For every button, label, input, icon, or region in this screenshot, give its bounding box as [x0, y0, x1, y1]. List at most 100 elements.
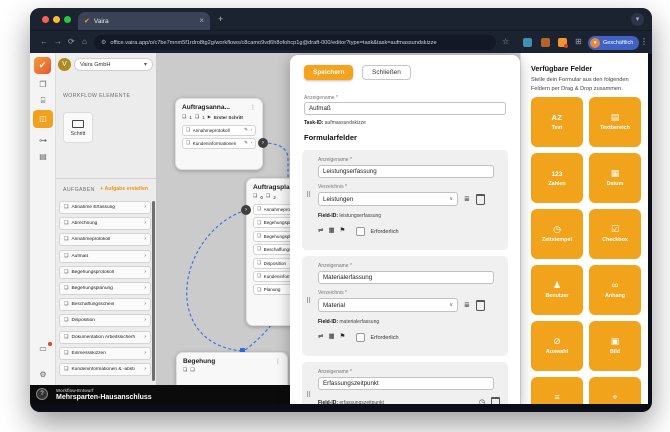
flag-icon[interactable] [340, 334, 346, 341]
field-tile[interactable]: Auswahl [531, 321, 583, 371]
field-tile[interactable]: Zahlen [531, 153, 583, 203]
org-selector[interactable]: Vaira GmbH [74, 58, 153, 71]
create-task-link[interactable]: + Aufgabe erstellen [100, 186, 148, 192]
contacts-icon[interactable] [33, 149, 53, 165]
field-tile[interactable]: Datum [589, 153, 641, 203]
node-input-connector[interactable] [241, 205, 251, 215]
workflow-icon[interactable] [33, 110, 53, 128]
pencil-icon[interactable] [244, 141, 248, 146]
grid-icon[interactable] [328, 334, 334, 341]
browser-menu-icon[interactable] [640, 38, 648, 46]
pencil-icon[interactable] [244, 128, 248, 133]
browser-toolbar: office.vaira.app/o/c7be7mnm5f1rdro8tg2g/… [30, 30, 652, 54]
home-button[interactable] [82, 38, 87, 46]
profile-button[interactable]: ● Geschäftlich [588, 35, 640, 50]
tab-close-icon[interactable] [199, 17, 204, 25]
field-tile[interactable]: Textbereich [589, 97, 641, 147]
extension-icon-3[interactable] [558, 38, 568, 48]
drag-handle-icon[interactable] [306, 192, 311, 199]
field-tile[interactable]: Zeitstempel [531, 209, 583, 259]
task-list-item[interactable]: Annahmeprotokoll [59, 233, 151, 247]
field-tile[interactable]: Text [531, 97, 583, 147]
node-menu-icon[interactable] [250, 105, 256, 111]
link-icon[interactable] [33, 133, 53, 149]
workflow-node-auftragsannahme[interactable]: Auftragsanna... 1 1 Erster Schritt [175, 98, 263, 170]
task-list-item[interactable]: Abnahme Erfassung [59, 201, 151, 214]
clipboard-icon [257, 234, 261, 239]
extensions-icon[interactable] [575, 38, 582, 46]
close-button[interactable]: Schließen [362, 65, 411, 80]
reload-button[interactable] [68, 38, 75, 46]
grid-icon[interactable] [328, 228, 334, 235]
browser-tab[interactable]: Vaira [78, 12, 210, 30]
chevron-right-icon[interactable] [250, 128, 252, 133]
task-list-item[interactable]: Disposition [59, 314, 151, 328]
chevron-right-icon[interactable] [250, 141, 252, 146]
window-minimize-button[interactable] [53, 16, 60, 23]
address-bar[interactable]: office.vaira.app/o/c7be7mnm5f1rdro8tg2g/… [94, 35, 496, 50]
field-tile[interactable]: Anhang [589, 265, 641, 315]
clock-icon[interactable] [479, 399, 485, 404]
new-tab-button[interactable] [218, 15, 223, 24]
task-list-item[interactable]: Einmessskizzen [59, 346, 151, 360]
clipboard-icon [64, 335, 68, 340]
site-settings-icon[interactable] [101, 40, 106, 46]
panel-scrollbar[interactable] [152, 201, 155, 381]
chevron-right-icon [144, 270, 146, 275]
back-button[interactable] [40, 38, 48, 46]
task-list-item[interactable]: Abrechnung [59, 217, 151, 231]
list-icon[interactable] [464, 302, 470, 309]
field-tile[interactable]: Liste [531, 377, 583, 404]
tab-search-button[interactable] [631, 13, 644, 26]
required-checkbox[interactable] [356, 227, 366, 236]
node-menu-icon[interactable] [275, 359, 281, 365]
field-tile[interactable]: Benutzer [531, 265, 583, 315]
devices-icon[interactable] [33, 341, 53, 357]
flag-icon[interactable] [340, 228, 346, 235]
workflow-status-kicker: Workflow-Entwurf [56, 387, 94, 393]
measurement-icon [612, 393, 617, 402]
directory-select[interactable]: Material [318, 298, 458, 312]
image-stack-icon [182, 116, 186, 121]
settings-gear-icon[interactable] [33, 367, 53, 383]
drag-handle-icon[interactable] [306, 392, 311, 399]
fields-icon[interactable] [33, 93, 53, 109]
drag-handle-icon[interactable] [306, 298, 311, 305]
schritt-element[interactable]: Schritt [63, 112, 93, 143]
field-name-input[interactable] [318, 377, 494, 390]
directory-select[interactable]: Leistungen [318, 192, 458, 206]
folder-icon[interactable] [33, 77, 53, 93]
forward-button[interactable] [54, 38, 62, 46]
field-tile[interactable]: Checkbox [589, 209, 641, 259]
task-list-item[interactable]: Kundeninformationen & -absti [59, 362, 151, 376]
task-list-item[interactable]: Beschaffungsschein [59, 298, 151, 312]
display-name-input[interactable] [304, 102, 506, 115]
field-name-input[interactable] [318, 271, 494, 284]
node-output-connector[interactable] [258, 138, 268, 148]
chevron-right-icon [144, 221, 146, 226]
sliders-icon[interactable] [318, 334, 323, 341]
extension-icon-1[interactable] [523, 38, 532, 47]
bookmark-icon[interactable] [502, 38, 509, 46]
required-checkbox[interactable] [356, 333, 366, 342]
task-list-item[interactable]: Aufmaß [59, 249, 151, 263]
field-tile[interactable]: Bild [589, 321, 641, 371]
trash-icon[interactable] [491, 397, 500, 404]
node-task-chip[interactable]: Annahmeprotokoll [182, 124, 256, 136]
sliders-icon[interactable] [318, 228, 323, 235]
task-list-item[interactable]: Begehungsplanung [59, 281, 151, 295]
list-icon[interactable] [464, 196, 470, 203]
extension-icon-2[interactable] [541, 38, 550, 47]
save-button[interactable]: Speichern [304, 65, 354, 80]
help-icon[interactable] [36, 388, 48, 400]
task-list-item[interactable]: Begehungsprotokoll [59, 265, 151, 279]
trash-icon[interactable] [475, 193, 485, 205]
trash-icon[interactable] [475, 299, 485, 311]
field-tile[interactable]: Vermessung [589, 377, 641, 404]
task-list-item[interactable]: Dokumentation Arbeitssicherh [59, 330, 151, 344]
field-name-input[interactable] [318, 165, 494, 178]
window-close-button[interactable] [42, 16, 49, 23]
window-zoom-button[interactable] [64, 16, 71, 23]
workflow-name: Mehrsparten-Hausanschluss [56, 394, 152, 401]
node-task-chip[interactable]: Kundeninformationen [182, 138, 256, 150]
